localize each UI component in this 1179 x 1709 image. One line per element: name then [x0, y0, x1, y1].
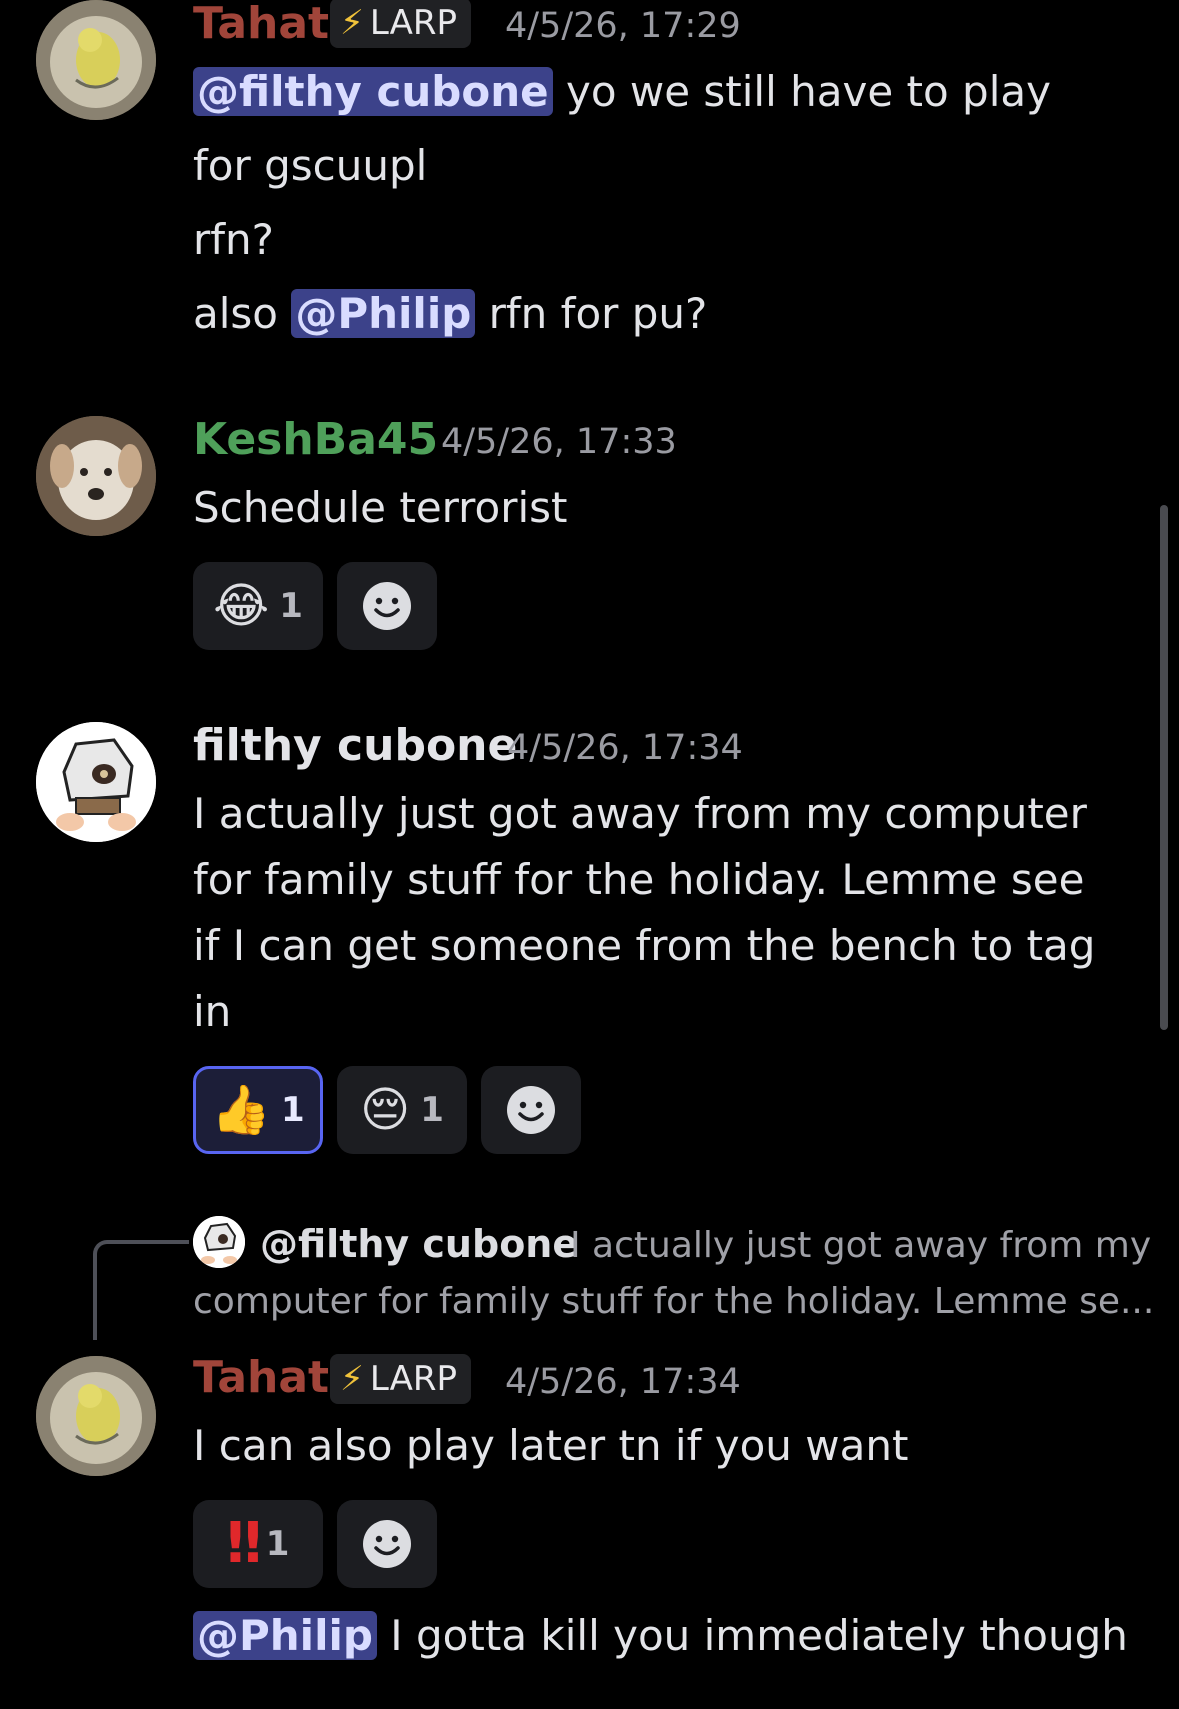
role-tag[interactable]: ⚡ LARP: [330, 0, 471, 48]
reply-connector: [93, 1240, 189, 1340]
cubone-pixel-icon: [36, 722, 156, 842]
role-tag[interactable]: ⚡ LARP: [330, 1354, 471, 1404]
add-reaction-button[interactable]: [337, 562, 437, 650]
message-text: also: [193, 289, 292, 338]
smiley-icon: [363, 1520, 411, 1568]
smiley-icon: [363, 582, 411, 630]
reaction-count: 1: [265, 1524, 290, 1564]
add-reaction-button[interactable]: [481, 1066, 581, 1154]
reaction-laughing[interactable]: 😂 1: [193, 562, 323, 650]
message-line: @Philip I gotta kill you immediately tho…: [193, 1610, 1128, 1662]
avatar-tahat[interactable]: [36, 1356, 156, 1476]
timestamp: 4/5/26, 17:29: [505, 6, 741, 46]
lightning-bolt-icon: ⚡: [340, 1359, 364, 1399]
timestamp: 4/5/26, 17:34: [505, 1362, 741, 1402]
message-line: Schedule terrorist: [193, 483, 568, 532]
smiley-icon: [507, 1086, 555, 1134]
avatar-tahat[interactable]: [36, 0, 156, 120]
user-mention[interactable]: @Philip: [193, 1611, 377, 1660]
message-line: rfn?: [193, 215, 274, 264]
user-mention[interactable]: @Philip: [291, 289, 476, 338]
reply-preview-line-1[interactable]: I actually just got away from my: [570, 1222, 1151, 1270]
message-line: @filthy cubone yo we still have to play: [193, 66, 1051, 118]
double-exclamation-emoji: ‼: [226, 1511, 262, 1576]
avatar-keshba45[interactable]: [36, 416, 156, 536]
lightning-bolt-icon: ⚡: [340, 3, 364, 43]
message-line: if I can get someone from the bench to t…: [193, 921, 1096, 970]
avatar-filthy-cubone[interactable]: [36, 722, 156, 842]
reaction-count: 1: [281, 1090, 305, 1130]
author-name[interactable]: Tahat: [193, 1352, 329, 1404]
message-text: rfn for pu?: [475, 289, 708, 338]
role-tag-label: LARP: [369, 1359, 457, 1399]
reaction-double-exclamation[interactable]: ‼ 1: [193, 1500, 323, 1588]
message-line: for gscuupl: [193, 141, 428, 190]
cubone-pixel-icon: [193, 1216, 245, 1268]
reply-mention[interactable]: @filthy cubone: [260, 1220, 578, 1268]
dog-photo-icon: [36, 416, 156, 536]
message-text: yo we still have to play: [552, 67, 1051, 116]
ampharos-sketch-icon: [36, 1356, 156, 1476]
scrollbar-thumb[interactable]: [1160, 505, 1168, 1030]
message-line: I can also play later tn if you want: [193, 1421, 909, 1470]
thumbs-up-emoji: 👍: [211, 1082, 272, 1138]
reaction-count: 1: [279, 586, 303, 626]
reply-preview-line-2[interactable]: computer for family stuff for the holida…: [193, 1278, 1154, 1326]
reaction-count: 1: [420, 1090, 444, 1130]
message-line: in: [193, 987, 232, 1036]
add-reaction-button[interactable]: [337, 1500, 437, 1588]
timestamp: 4/5/26, 17:33: [441, 422, 677, 462]
message-line: I actually just got away from my compute…: [193, 789, 1087, 838]
pensive-face-emoji: 😔: [360, 1082, 411, 1138]
reaction-thumbs-up[interactable]: 👍 1: [193, 1066, 323, 1154]
role-tag-label: LARP: [369, 3, 457, 43]
user-mention[interactable]: @filthy cubone: [193, 67, 553, 116]
tears-of-joy-emoji: 😂: [213, 578, 270, 634]
message-text: I gotta kill you immediately though: [376, 1611, 1128, 1660]
reaction-pensive[interactable]: 😔 1: [337, 1066, 467, 1154]
author-name[interactable]: filthy cubone: [193, 720, 517, 772]
author-name[interactable]: KeshBa45: [193, 414, 438, 466]
reply-avatar: [193, 1216, 245, 1268]
message-line: also @Philip rfn for pu?: [193, 288, 707, 340]
message-line: for family stuff for the holiday. Lemme …: [193, 855, 1085, 904]
ampharos-sketch-icon: [36, 0, 156, 120]
author-name[interactable]: Tahat: [193, 0, 329, 50]
timestamp: 4/5/26, 17:34: [507, 728, 743, 768]
